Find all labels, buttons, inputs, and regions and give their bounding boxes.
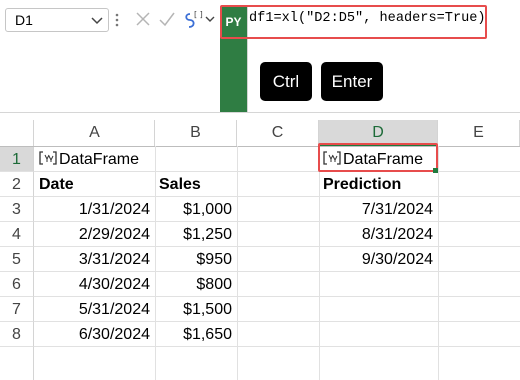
row-header-6[interactable]: 6 [0,272,34,297]
cell-a8[interactable]: 6/30/2024 [35,322,155,347]
check-icon[interactable] [158,10,176,28]
cell-a1-text: DataFrame [59,151,140,168]
row-header-3[interactable]: 3 [0,197,34,222]
name-box[interactable]: D1 [5,8,109,32]
column-header-e[interactable]: E [438,120,520,146]
cell-b2[interactable]: Sales [155,172,237,197]
cell-b6[interactable]: $800 [155,272,237,297]
chevron-down-icon[interactable] [204,13,216,25]
select-all-corner[interactable] [0,120,34,146]
row-header-5[interactable]: 5 [0,247,34,272]
formula-highlight-box [220,5,487,39]
row-header-4[interactable]: 4 [0,222,34,247]
cancel-icon[interactable] [134,10,152,28]
cell-d2[interactable]: Prediction [319,172,438,197]
cell-a3[interactable]: 1/31/2024 [35,197,155,222]
active-cell-highlight-box [318,143,438,172]
cell-b7[interactable]: $1,500 [155,297,237,322]
chevron-down-icon[interactable] [90,12,104,28]
cell-d5[interactable]: 9/30/2024 [319,247,438,272]
cell-a4[interactable]: 2/29/2024 [35,222,155,247]
column-header-c[interactable]: C [237,120,319,146]
svg-text:[ ]: [ ] [194,10,203,19]
cell-b4[interactable]: $1,250 [155,222,237,247]
cell-d3[interactable]: 7/31/2024 [319,197,438,222]
cell-a1[interactable]: DataFrame [35,147,155,172]
dataframe-icon[interactable] [39,151,57,165]
row-header-7[interactable]: 7 [0,297,34,322]
column-header-a[interactable]: A [35,120,155,146]
column-header-b[interactable]: B [155,120,237,146]
row-header-9[interactable] [0,347,34,380]
formula-bar-area: D1 [ ] PY df1=xl("D2:D5", headers=True) … [0,0,520,112]
cell-a7[interactable]: 5/31/2024 [35,297,155,322]
row-header-2[interactable]: 2 [0,172,34,197]
cell-d4[interactable]: 8/31/2024 [319,222,438,247]
grid-separator [0,112,520,113]
row-header-8[interactable]: 8 [0,322,34,347]
python-insert-icon[interactable]: [ ] [181,8,203,32]
column-gridline [438,146,439,380]
cell-a2[interactable]: Date [35,172,155,197]
cell-b5[interactable]: $950 [155,247,237,272]
cell-b8[interactable]: $1,650 [155,322,237,347]
row-header-1[interactable]: 1 [0,147,34,172]
enter-key: Enter [321,62,383,101]
ctrl-key: Ctrl [260,62,312,101]
cell-a5[interactable]: 3/31/2024 [35,247,155,272]
more-options-icon[interactable] [114,9,120,31]
name-box-value: D1 [15,12,33,28]
cell-a6[interactable]: 4/30/2024 [35,272,155,297]
column-gridline [237,146,238,380]
cell-b3[interactable]: $1,000 [155,197,237,222]
